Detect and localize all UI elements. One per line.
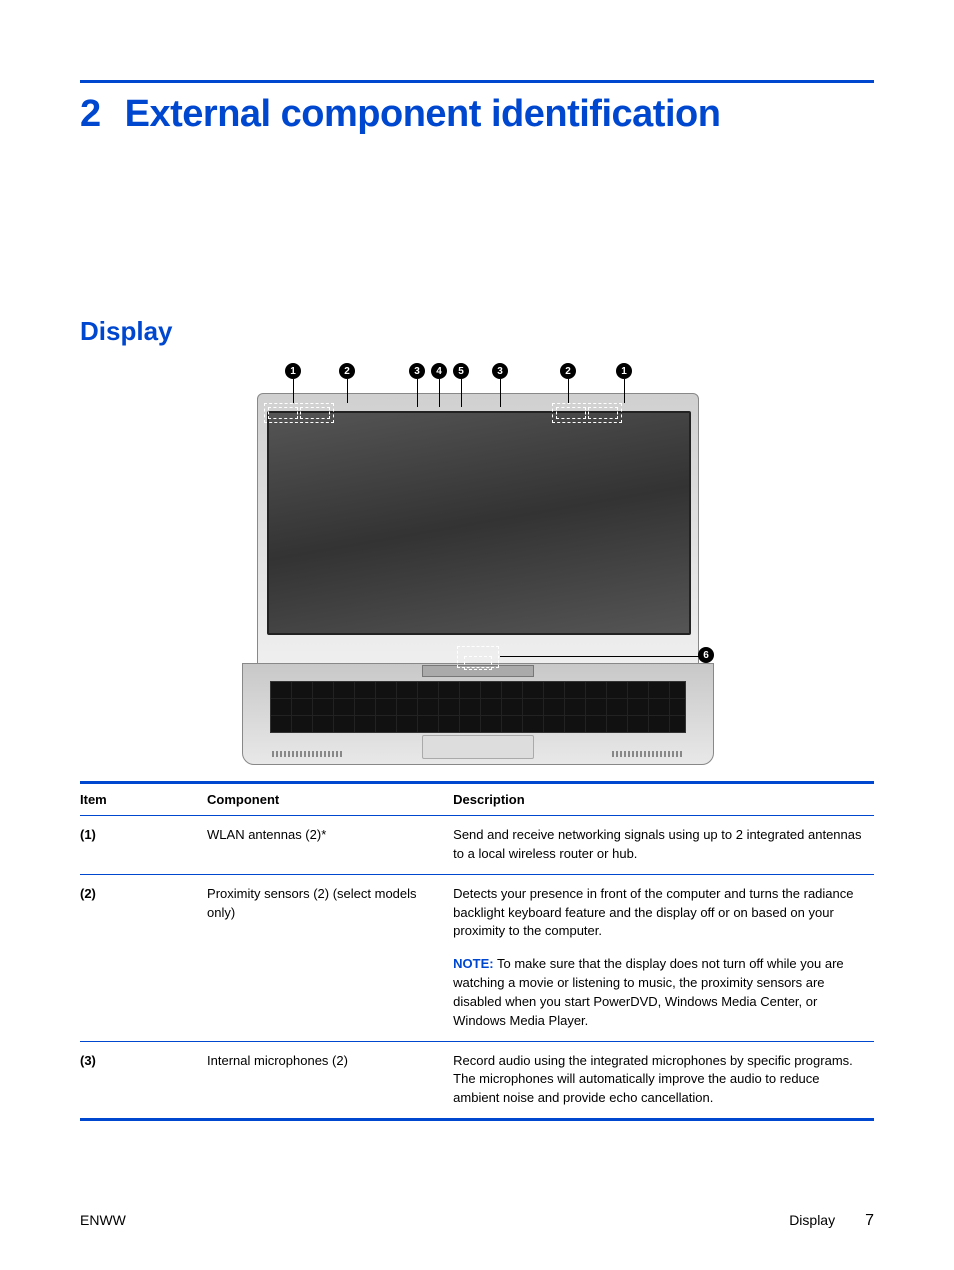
callout-bubble: 1	[285, 363, 301, 379]
callout-bubble: 3	[409, 363, 425, 379]
table-row: (1) WLAN antennas (2)* Send and receive …	[80, 816, 874, 875]
callout-lead	[500, 379, 501, 407]
antenna-outline	[556, 407, 586, 419]
callout-lead	[568, 379, 569, 403]
callout-lead	[439, 379, 440, 407]
table-row: (3) Internal microphones (2) Record audi…	[80, 1041, 874, 1120]
callout-lead	[293, 379, 294, 403]
chapter-title: External component identification	[125, 93, 721, 136]
table-row: (2) Proximity sensors (2) (select models…	[80, 874, 874, 1041]
footer-left: ENWW	[80, 1212, 126, 1228]
callout-lead	[461, 379, 462, 407]
hinge-outline	[464, 656, 492, 670]
callout-lead	[347, 379, 348, 403]
vent-left	[272, 751, 342, 757]
laptop-trackpad	[422, 735, 534, 759]
callout-bubble: 2	[339, 363, 355, 379]
components-table: Item Component Description (1) WLAN ante…	[80, 781, 874, 1121]
top-rule	[80, 80, 874, 83]
header-item: Item	[80, 783, 207, 816]
cell-item: (1)	[80, 827, 96, 842]
callout-bubble: 1	[616, 363, 632, 379]
table-header-row: Item Component Description	[80, 783, 874, 816]
antenna-outline	[588, 407, 618, 419]
antenna-outline	[300, 407, 330, 419]
antenna-outline	[268, 407, 298, 419]
callout-bubble: 5	[453, 363, 469, 379]
footer-section-label: Display	[789, 1212, 835, 1228]
cell-item: (3)	[80, 1053, 96, 1068]
cell-component: WLAN antennas (2)*	[207, 816, 453, 875]
callout-bubble: 6	[698, 647, 714, 663]
chapter-heading: 2 External component identification	[80, 93, 874, 136]
callout-bubble: 2	[560, 363, 576, 379]
description-text: Detects your presence in front of the co…	[453, 885, 868, 942]
callout-lead	[417, 379, 418, 407]
page-footer: ENWW Display 7	[80, 1212, 874, 1230]
header-description: Description	[453, 783, 874, 816]
page-number: 7	[865, 1212, 874, 1230]
vent-right	[612, 751, 682, 757]
laptop-diagram: 1 2 3 4 5 3 2 1 6	[242, 363, 712, 773]
footer-right: Display 7	[789, 1212, 874, 1230]
laptop-screen	[267, 411, 691, 635]
cell-description: Send and receive networking signals usin…	[453, 816, 874, 875]
document-page: 2 External component identification Disp…	[0, 0, 954, 1270]
diagram-container: 1 2 3 4 5 3 2 1 6	[80, 363, 874, 773]
callout-lead	[624, 379, 625, 403]
callout-bubble: 4	[431, 363, 447, 379]
cell-item: (2)	[80, 886, 96, 901]
note-block: NOTE: To make sure that the display does…	[453, 955, 868, 1030]
cell-component: Proximity sensors (2) (select models onl…	[207, 874, 453, 1041]
note-label: NOTE:	[453, 956, 493, 971]
section-heading: Display	[80, 316, 874, 347]
cell-description: Record audio using the integrated microp…	[453, 1041, 874, 1120]
cell-description: Detects your presence in front of the co…	[453, 874, 874, 1041]
chapter-number: 2	[80, 93, 101, 136]
laptop-keyboard	[270, 681, 686, 733]
callout-bubble: 3	[492, 363, 508, 379]
header-component: Component	[207, 783, 453, 816]
callout-lead	[500, 656, 700, 657]
cell-component: Internal microphones (2)	[207, 1041, 453, 1120]
note-text: To make sure that the display does not t…	[453, 956, 843, 1028]
